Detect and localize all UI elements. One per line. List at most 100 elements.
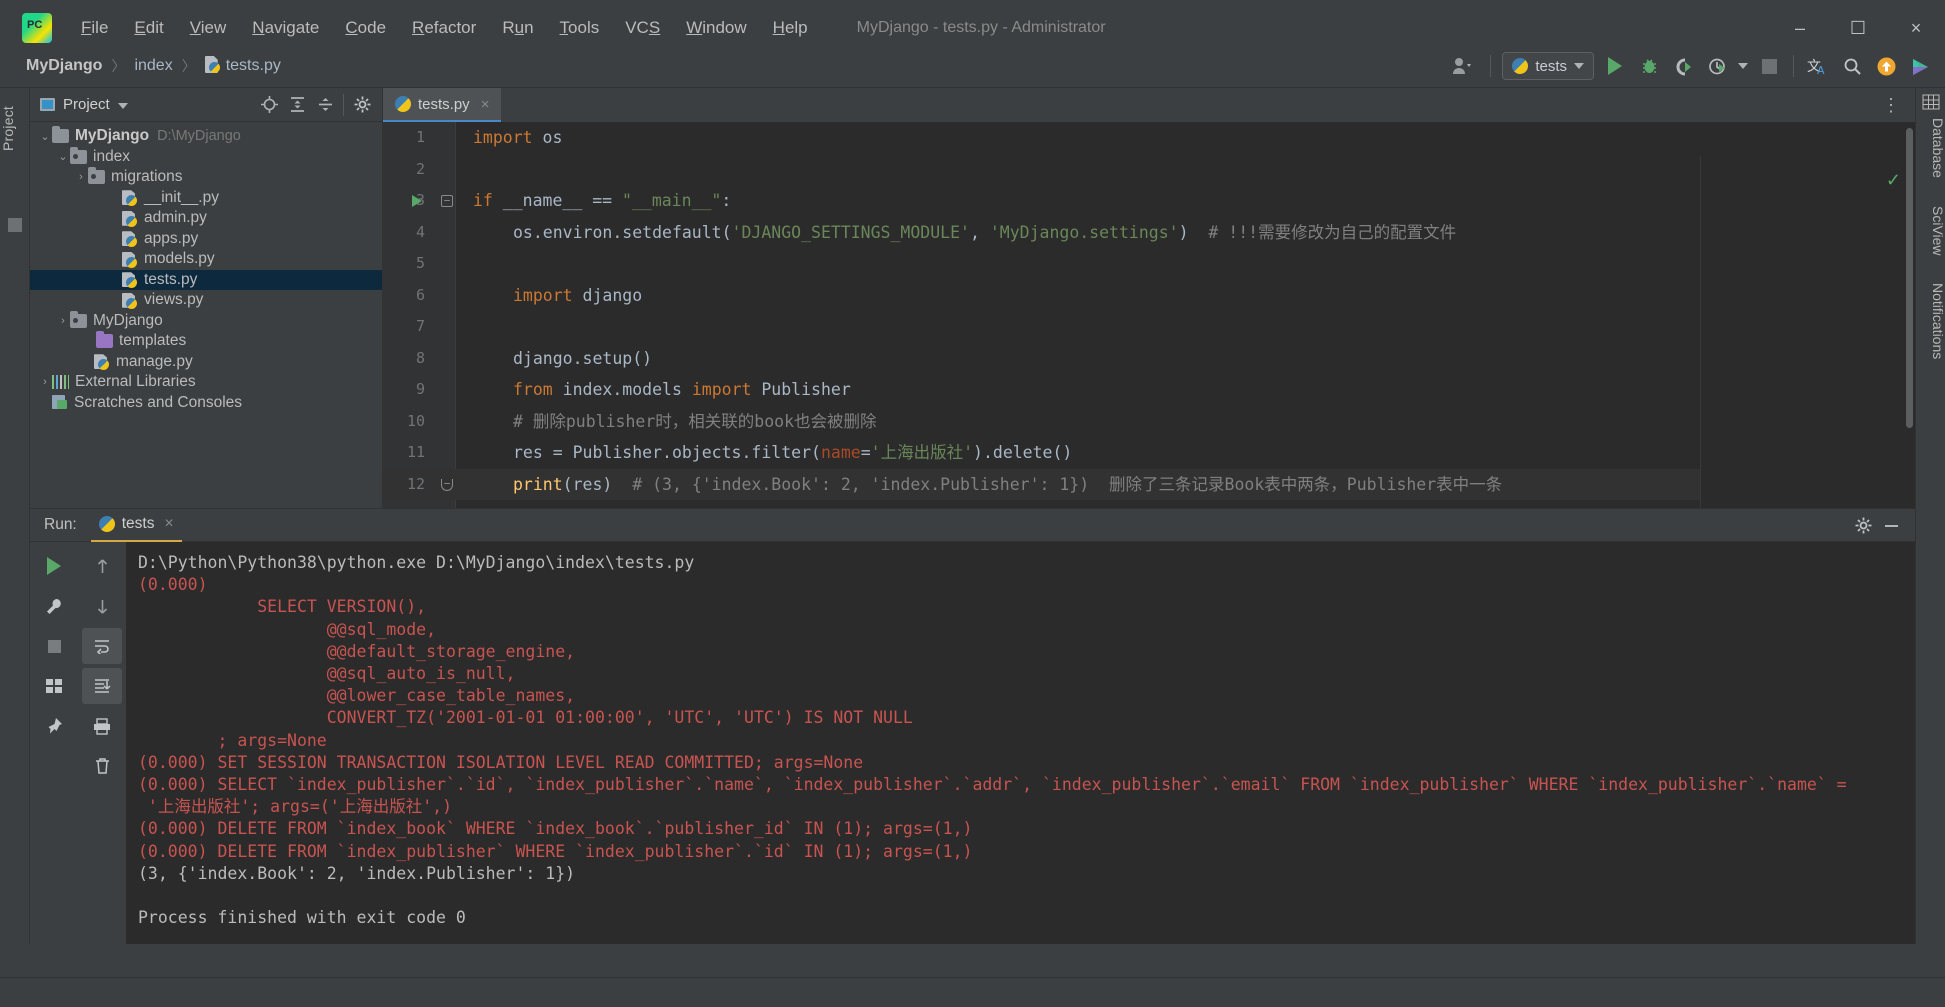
code-line-6: 6 import django [383, 280, 1915, 312]
tree-item-views-py[interactable]: views.py [30, 290, 382, 311]
project-tool-window: Project ⌄ MyDjango D:\MyDjango ⌄ index ›… [30, 88, 383, 508]
tree-item-apps-py[interactable]: apps.py [30, 229, 382, 250]
pin-tab-button[interactable] [34, 708, 74, 744]
search-everywhere-button[interactable] [1835, 49, 1869, 83]
stop-button-run[interactable] [34, 628, 74, 664]
breadcrumb-project[interactable]: MyDjango [22, 55, 106, 77]
soft-wrap-button[interactable] [82, 628, 122, 664]
minimize-button[interactable]: – [1771, 8, 1829, 48]
console-line: (0.000) DELETE FROM `index_book` WHERE `… [138, 819, 973, 839]
python-file-icon [205, 56, 221, 74]
tree-item-scratches-consoles[interactable]: Scratches and Consoles [30, 393, 382, 414]
tool-tab-sciview[interactable]: SciView [1916, 206, 1945, 256]
menu-refactor[interactable]: Refactor [399, 14, 489, 42]
settings-gear-icon[interactable] [348, 91, 376, 119]
breadcrumb-file[interactable]: tests.py [201, 54, 285, 77]
close-tab-icon[interactable]: × [481, 96, 490, 113]
tool-tab-database[interactable]: Database [1916, 118, 1945, 178]
tree-item-admin-py[interactable]: admin.py [30, 208, 382, 229]
tree-item-index[interactable]: ⌄ index [30, 146, 382, 168]
menu-tools[interactable]: Tools [547, 14, 613, 42]
print-button[interactable] [82, 708, 122, 744]
run-tab-tests[interactable]: tests × [90, 509, 182, 542]
menu-vcs[interactable]: VCS [612, 14, 673, 42]
chevron-collapsed-icon-2[interactable]: › [56, 315, 70, 327]
tree-item-manage-py[interactable]: manage.py [30, 352, 382, 373]
tree-item-external-libraries[interactable]: › External Libraries [30, 372, 382, 393]
run-sidebar-col-right [82, 548, 126, 788]
tree-item-migrations[interactable]: › migrations [30, 167, 382, 188]
scroll-to-end-button[interactable] [82, 668, 122, 704]
fold-marker-icon[interactable]: − [441, 195, 453, 207]
tree-item-label: __init__.py [144, 188, 219, 206]
inspection-ok-icon[interactable]: ✓ [1886, 170, 1901, 191]
run-configuration-selector[interactable]: tests [1502, 52, 1594, 80]
line-number: 4 [415, 222, 425, 241]
rerun-button[interactable] [34, 548, 74, 584]
close-button[interactable]: × [1887, 8, 1945, 48]
line-number: 7 [415, 317, 425, 335]
ide-features-button[interactable] [1903, 49, 1937, 83]
menu-help[interactable]: Help [760, 14, 821, 42]
menu-navigate[interactable]: Navigate [239, 14, 332, 42]
menu-code[interactable]: Code [332, 14, 399, 42]
editor-scrollbar[interactable] [1906, 128, 1913, 428]
code-line-3: 3 − if __name__ == "__main__": [383, 185, 1915, 217]
down-arrow-button[interactable] [82, 588, 122, 624]
tree-item-mydjango-pkg[interactable]: › MyDjango [30, 310, 382, 332]
breadcrumb-folder[interactable]: index [130, 55, 176, 77]
run-line-gutter-icon[interactable] [412, 195, 422, 207]
console-line: (3, {'index.Book': 2, 'index.Publisher':… [138, 863, 576, 883]
run-button[interactable] [1598, 49, 1632, 83]
menu-run[interactable]: Run [489, 14, 546, 42]
tree-item-models-py[interactable]: models.py [30, 249, 382, 270]
run-config-label: tests [1535, 57, 1567, 75]
scratch-icon [52, 395, 69, 410]
collapse-all-icon[interactable] [311, 91, 339, 119]
tree-item-templates[interactable]: templates [30, 331, 382, 352]
maximize-button[interactable]: ☐ [1829, 8, 1887, 48]
project-view-dropdown-icon[interactable] [117, 96, 128, 114]
profile-button[interactable] [1700, 49, 1734, 83]
python-file-icon [94, 353, 111, 371]
menu-view[interactable]: View [177, 14, 240, 42]
tree-item-init-py[interactable]: __init__.py [30, 188, 382, 209]
menu-file[interactable]: File [68, 14, 121, 42]
run-console-output[interactable]: D:\Python\Python38\python.exe D:\MyDjang… [126, 542, 1915, 944]
locate-icon[interactable] [255, 91, 283, 119]
fold-end-marker-icon[interactable]: − [441, 478, 453, 491]
editor-tab-tests-py[interactable]: tests.py × [383, 88, 502, 122]
up-arrow-button[interactable] [82, 548, 122, 584]
menu-window[interactable]: Window [673, 14, 759, 42]
svg-text:A: A [1817, 64, 1825, 76]
main-toolbar: tests 文A [1441, 44, 1945, 88]
stop-button[interactable] [1752, 49, 1786, 83]
code-editor[interactable]: 1 import os 2 3 − if __name__ == "__main… [383, 122, 1915, 508]
profile-dropdown-icon[interactable] [1734, 49, 1752, 83]
menu-edit[interactable]: Edit [121, 14, 176, 42]
console-line: D:\Python\Python38\python.exe D:\MyDjang… [138, 553, 695, 572]
clear-all-button[interactable] [82, 748, 122, 784]
user-account-icon[interactable] [1441, 49, 1483, 83]
hide-panel-icon[interactable] [1877, 511, 1905, 539]
layout-button[interactable] [34, 668, 74, 704]
tool-tab-notifications[interactable]: Notifications [1916, 283, 1945, 359]
tree-item-tests-py[interactable]: tests.py [30, 269, 382, 290]
tree-item-mydjango-root[interactable]: ⌄ MyDjango D:\MyDjango [30, 126, 382, 147]
tool-tab-project[interactable]: Project [0, 98, 30, 159]
close-run-tab-icon[interactable]: × [164, 515, 173, 533]
wrench-settings-button[interactable] [34, 588, 74, 624]
settings-gear-icon-run[interactable] [1849, 511, 1877, 539]
chevron-down-icon-3 [117, 102, 128, 109]
chevron-collapsed-icon[interactable]: › [74, 171, 88, 183]
translate-button[interactable]: 文A [1801, 49, 1835, 83]
chevron-expanded-icon[interactable]: ⌄ [38, 130, 52, 143]
structure-tool-icon[interactable] [8, 218, 22, 232]
debug-button[interactable] [1632, 49, 1666, 83]
expand-all-icon[interactable] [283, 91, 311, 119]
update-button[interactable] [1869, 49, 1903, 83]
coverage-button[interactable] [1666, 49, 1700, 83]
chevron-expanded-icon-2[interactable]: ⌄ [56, 150, 70, 163]
chevron-collapsed-icon-3[interactable]: › [38, 376, 52, 388]
editor-overflow-menu-icon[interactable]: ⋮ [1874, 95, 1909, 116]
